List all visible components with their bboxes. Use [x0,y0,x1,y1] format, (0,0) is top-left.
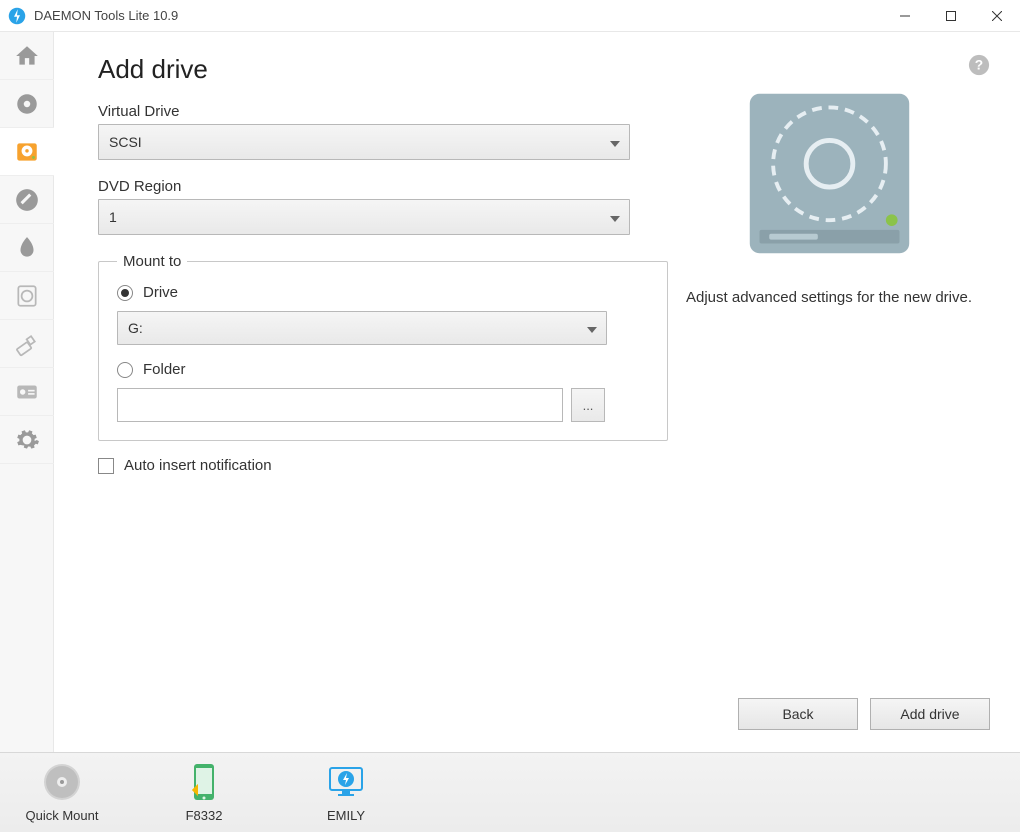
virtual-drive-value: SCSI [109,134,142,150]
app-icon [8,7,26,25]
svg-text:?: ? [975,58,983,73]
chevron-down-icon [610,134,620,150]
close-button[interactable] [974,0,1020,32]
mount-to-legend: Mount to [117,253,187,270]
device-bar: Quick Mount F8332 EMILY [0,752,1020,832]
monitor-icon [326,762,366,802]
minimize-button[interactable] [882,0,928,32]
device-label: Quick Mount [26,808,99,823]
browse-folder-button[interactable]: ... [571,388,605,422]
sidebar-item-images[interactable] [0,80,54,128]
sidebar-item-editor[interactable] [0,176,54,224]
device-f8332[interactable]: F8332 [156,762,252,823]
dvd-region-label: DVD Region [98,178,668,195]
window-controls [882,0,1020,32]
sidebar-item-usb[interactable] [0,320,54,368]
sidebar-item-home[interactable] [0,32,54,80]
radio-folder-label: Folder [143,361,186,378]
device-label: EMILY [327,808,365,823]
main-content: ? Add drive Virtual Drive SCSI DVD Regio… [54,32,1020,752]
back-button[interactable]: Back [738,698,858,730]
virtual-drive-label: Virtual Drive [98,103,668,120]
auto-insert-checkbox[interactable] [98,458,114,474]
info-text: Adjust advanced settings for the new dri… [686,289,972,306]
drive-illustration [742,86,917,261]
drive-letter-select[interactable]: G: [117,311,607,345]
device-emily[interactable]: EMILY [298,762,394,823]
radio-drive[interactable] [117,285,133,301]
radio-folder[interactable] [117,362,133,378]
dvd-region-value: 1 [109,209,117,225]
sidebar-item-settings[interactable] [0,416,54,464]
dvd-region-select[interactable]: 1 [98,199,630,235]
titlebar: DAEMON Tools Lite 10.9 [0,0,1020,32]
chevron-down-icon [587,320,597,336]
window-title: DAEMON Tools Lite 10.9 [34,8,882,23]
mount-to-fieldset: Mount to Drive G: Folder [98,253,668,441]
sidebar-item-iscsi[interactable] [0,368,54,416]
help-icon[interactable]: ? [968,54,990,81]
add-drive-button[interactable]: Add drive [870,698,990,730]
chevron-down-icon [610,209,620,225]
radio-drive-label: Drive [143,284,178,301]
sidebar [0,32,54,752]
folder-path-input[interactable] [117,388,563,422]
device-label: F8332 [186,808,223,823]
maximize-button[interactable] [928,0,974,32]
sidebar-item-burn[interactable] [0,224,54,272]
virtual-drive-select[interactable]: SCSI [98,124,630,160]
phone-icon [184,762,224,802]
page-title: Add drive [98,54,668,85]
drive-letter-value: G: [128,320,143,336]
sidebar-item-bootable[interactable] [0,272,54,320]
device-quick-mount[interactable]: Quick Mount [14,762,110,823]
action-bar: Back Add drive [738,698,990,730]
sidebar-item-add-drive[interactable] [0,128,54,176]
disc-icon [42,762,82,802]
auto-insert-label: Auto insert notification [124,457,272,474]
